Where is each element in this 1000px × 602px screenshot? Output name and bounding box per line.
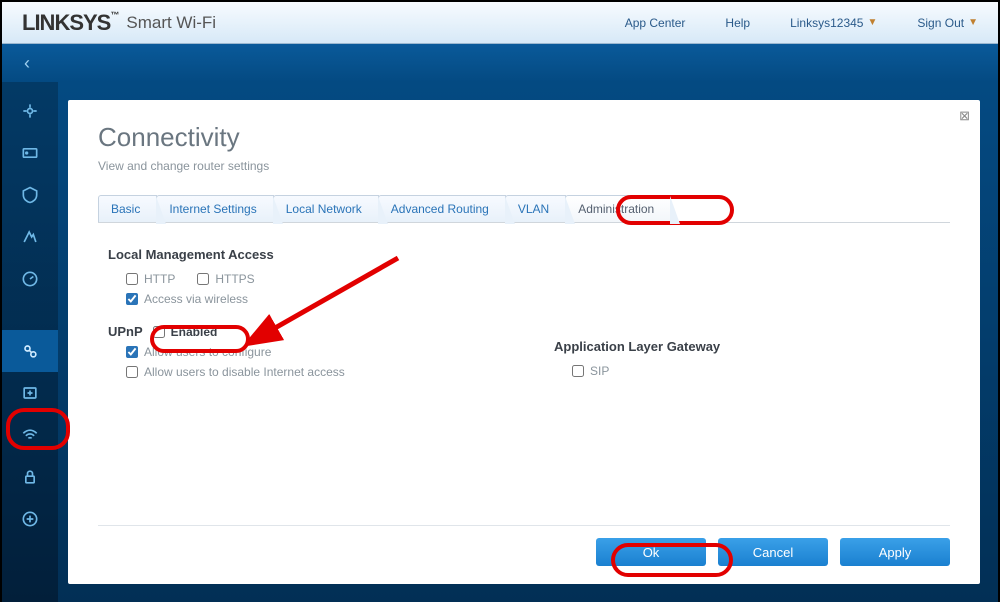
chevron-down-icon: ▼ — [968, 17, 978, 28]
blue-header: ‹ — [2, 44, 998, 82]
allow-configure-label: Allow users to configure — [144, 345, 271, 359]
app-center-link[interactable]: App Center — [625, 16, 686, 30]
close-icon[interactable]: ⊠ — [959, 108, 970, 124]
sidebar-item-wireless[interactable] — [2, 414, 58, 456]
tab-internet-settings[interactable]: Internet Settings — [156, 195, 273, 222]
access-wireless-checkbox[interactable] — [126, 293, 138, 305]
help-link[interactable]: Help — [725, 16, 750, 30]
page-title: Connectivity — [98, 122, 950, 153]
upnp-enabled-checkbox[interactable] — [153, 326, 165, 338]
sidebar-item-devices[interactable] — [2, 132, 58, 174]
sidebar-item-troubleshoot[interactable] — [2, 372, 58, 414]
tab-basic[interactable]: Basic — [98, 195, 157, 222]
alg-heading: Application Layer Gateway — [554, 339, 940, 354]
access-wireless-label: Access via wireless — [144, 292, 248, 306]
sidebar-item-speed[interactable] — [2, 258, 58, 300]
tab-administration[interactable]: Administration — [565, 195, 671, 222]
allow-disable-checkbox[interactable] — [126, 366, 138, 378]
allow-configure-checkbox[interactable] — [126, 346, 138, 358]
tab-local-network[interactable]: Local Network — [273, 195, 379, 222]
page-subtitle: View and change router settings — [98, 159, 950, 173]
upnp-enabled-label: Enabled — [171, 325, 218, 339]
upnp-heading: UPnP — [108, 324, 143, 339]
device-dropdown[interactable]: Linksys12345▼ — [790, 16, 877, 30]
tab-advanced-routing[interactable]: Advanced Routing — [378, 195, 506, 222]
https-checkbox[interactable] — [197, 273, 209, 285]
sip-label: SIP — [590, 364, 609, 378]
sip-checkbox[interactable] — [572, 365, 584, 377]
brand-logo: LINKSYS™ — [22, 10, 118, 36]
http-label: HTTP — [144, 272, 175, 286]
sidebar-collapse-chevron[interactable]: ‹ — [2, 53, 52, 74]
sidebar-item-parental[interactable] — [2, 174, 58, 216]
sign-out-link[interactable]: Sign Out▼ — [917, 16, 978, 30]
sidebar-item-security[interactable] — [2, 456, 58, 498]
sidebar-item-storage[interactable] — [2, 498, 58, 540]
local-mgmt-heading: Local Management Access — [108, 247, 494, 262]
allow-disable-label: Allow users to disable Internet access — [144, 365, 345, 379]
apply-button[interactable]: Apply — [840, 538, 950, 566]
tab-row: Basic Internet Settings Local Network Ad… — [98, 195, 950, 223]
http-checkbox[interactable] — [126, 273, 138, 285]
chevron-down-icon: ▼ — [867, 17, 877, 28]
content-panel: ⊠ Connectivity View and change router se… — [68, 100, 980, 584]
https-label: HTTPS — [215, 272, 254, 286]
cancel-button[interactable]: Cancel — [718, 538, 828, 566]
top-bar: LINKSYS™ Smart Wi-Fi App Center Help Lin… — [2, 2, 998, 44]
ok-button[interactable]: Ok — [596, 538, 706, 566]
sidebar-item-priority[interactable] — [2, 216, 58, 258]
sidebar — [2, 82, 58, 602]
sidebar-item-network[interactable] — [2, 90, 58, 132]
sidebar-item-connectivity[interactable] — [2, 330, 58, 372]
footer-buttons: Ok Cancel Apply — [98, 525, 950, 566]
brand-sub: Smart Wi-Fi — [126, 13, 216, 33]
